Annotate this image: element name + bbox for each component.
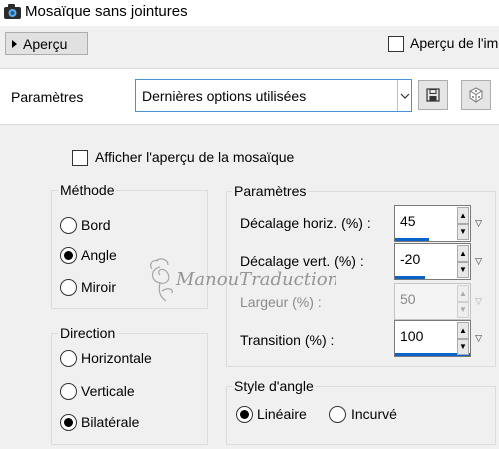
watermark-logo: ManouTraductions — [146, 255, 348, 305]
horizontal-offset-value: 45 — [400, 213, 416, 229]
show-tile-preview-label: Afficher l'aperçu de la mosaïque — [95, 149, 295, 165]
chevron-down-icon[interactable]: ▽ — [475, 256, 482, 267]
presets-dropdown[interactable]: Dernières options utilisées — [135, 79, 412, 112]
horizontal-offset-stepper[interactable]: ▲ ▼ — [457, 207, 469, 240]
window-title: Mosaïque sans jointures — [25, 3, 188, 20]
radio-verticale-label: Verticale — [81, 383, 135, 399]
radio-miroir-label: Miroir — [81, 279, 116, 295]
horizontal-offset-field[interactable]: 45 ▲ ▼ ▽ — [394, 205, 482, 242]
radio-bilaterale-label: Bilatérale — [81, 414, 140, 430]
show-tile-preview-checkbox[interactable] — [72, 150, 88, 166]
width-field: 50 ▲ ▼ ▽ — [394, 283, 482, 320]
transition-label: Transition (%) : — [240, 332, 335, 348]
radio-miroir[interactable] — [60, 279, 77, 296]
style-angle-title: Style d'angle — [232, 378, 316, 394]
save-preset-button[interactable] — [418, 80, 448, 110]
preview-toggle-label: Aperçu — [23, 35, 68, 52]
transition-field[interactable]: 100 ▲ ▼ ▽ — [394, 320, 482, 357]
transition-value: 100 — [400, 328, 424, 344]
width-value: 50 — [400, 291, 416, 307]
chevron-down-icon: ▽ — [475, 296, 482, 306]
horizontal-offset-slider[interactable] — [395, 238, 429, 241]
chevron-down-icon[interactable]: ▽ — [475, 333, 482, 344]
expand-arrow-icon — [12, 39, 17, 48]
floppy-disk-icon — [426, 88, 440, 102]
radio-bord[interactable] — [60, 217, 77, 234]
radio-bilaterale[interactable] — [60, 414, 77, 431]
radio-bord-label: Bord — [81, 217, 111, 233]
radio-angle[interactable] — [60, 247, 77, 264]
vertical-offset-value: -20 — [400, 251, 421, 267]
vertical-offset-slider[interactable] — [395, 276, 425, 279]
radio-incurve[interactable] — [329, 406, 346, 423]
app-icon — [3, 3, 22, 20]
chevron-down-icon[interactable]: ▽ — [475, 218, 482, 229]
parametres-title: Paramètres — [232, 183, 309, 199]
vertical-offset-stepper[interactable]: ▲ ▼ — [457, 245, 469, 278]
live-preview-label: Aperçu de l'im — [410, 35, 499, 51]
vertical-offset-field[interactable]: -20 ▲ ▼ ▽ — [394, 243, 482, 280]
width-stepper: ▲ ▼ — [457, 285, 469, 318]
svg-text:ManouTraductions: ManouTraductions — [175, 269, 336, 290]
methode-title: Méthode — [58, 182, 117, 198]
dice-icon — [469, 87, 483, 103]
radio-lineaire-label: Linéaire — [257, 406, 307, 422]
radio-incurve-label: Incurvé — [351, 406, 397, 422]
horizontal-offset-label: Décalage horiz. (%) : — [240, 215, 371, 231]
direction-title: Direction — [58, 325, 118, 341]
live-preview-checkbox[interactable] — [388, 36, 404, 52]
presets-selected-value: Dernières options utilisées — [142, 87, 307, 104]
transition-stepper[interactable]: ▲ ▼ — [457, 322, 469, 355]
radio-angle-label: Angle — [81, 247, 117, 263]
preview-toggle-button[interactable]: Aperçu — [5, 32, 88, 55]
radio-lineaire[interactable] — [236, 406, 253, 423]
radio-horizontale-label: Horizontale — [81, 350, 152, 366]
chevron-down-icon[interactable] — [397, 80, 411, 111]
radio-horizontale[interactable] — [60, 350, 77, 367]
radio-verticale[interactable] — [60, 383, 77, 400]
presets-label: Paramètres — [11, 89, 84, 105]
randomize-button[interactable] — [461, 80, 491, 110]
